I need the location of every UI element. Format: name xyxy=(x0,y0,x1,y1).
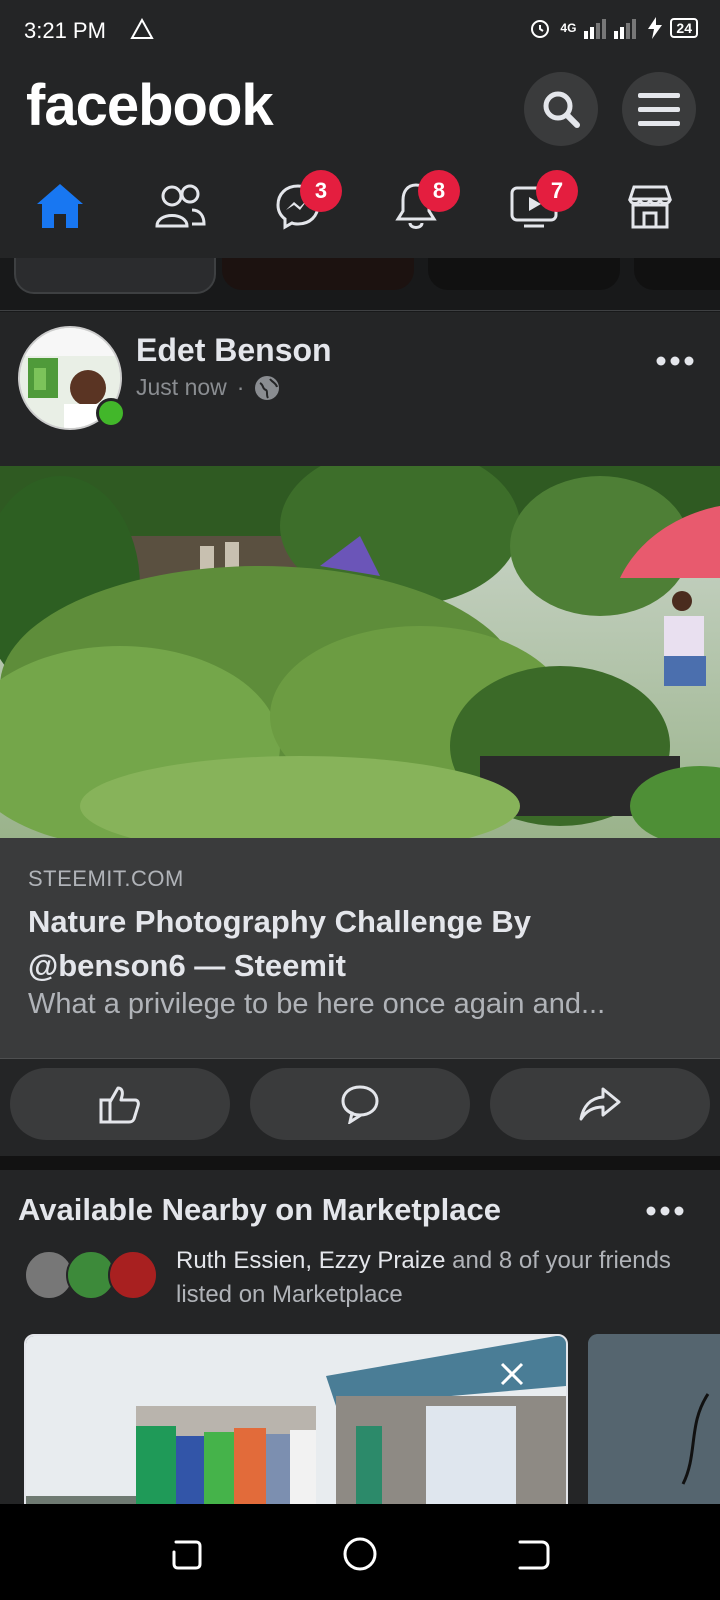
marketplace-item-card[interactable] xyxy=(24,1334,568,1504)
post-time[interactable]: Just now xyxy=(136,374,227,401)
thumbs-up-icon xyxy=(99,1086,140,1124)
feed-post: Edet Benson Just now · STEEMIT.COM Natur… xyxy=(0,312,720,1156)
link-preview[interactable]: STEEMIT.COM Nature Photography Challenge… xyxy=(0,838,720,1059)
share-button[interactable] xyxy=(490,1068,710,1140)
tab-messenger[interactable]: 3 xyxy=(268,170,342,236)
search-icon xyxy=(543,91,580,128)
alarm-icon xyxy=(531,20,550,38)
facebook-logo[interactable]: facebook xyxy=(26,72,274,139)
comment-icon xyxy=(341,1085,379,1124)
story-chip[interactable] xyxy=(428,258,620,290)
marketplace-section: Available Nearby on Marketplace Ruth Ess… xyxy=(0,1170,720,1504)
tab-marketplace[interactable] xyxy=(620,176,680,236)
story-chip[interactable] xyxy=(222,258,414,290)
share-icon xyxy=(579,1087,621,1121)
avatar xyxy=(108,1250,158,1300)
link-preview-image[interactable] xyxy=(0,466,720,838)
online-status-dot xyxy=(96,398,126,428)
charging-icon xyxy=(648,17,663,39)
story-chip[interactable] xyxy=(14,258,216,294)
link-description: What a privilege to be here once again a… xyxy=(28,988,606,1020)
tab-home[interactable] xyxy=(30,176,90,236)
tab-friends[interactable] xyxy=(150,176,210,236)
marketplace-title: Available Nearby on Marketplace xyxy=(18,1192,501,1227)
app-header: facebook xyxy=(0,62,720,156)
battery-level: 24 xyxy=(670,18,698,38)
post-more-options[interactable] xyxy=(656,340,694,374)
post-meta: Just now · xyxy=(136,374,280,401)
system-nav-bar xyxy=(0,1504,720,1600)
home-circle-icon[interactable] xyxy=(340,1534,380,1574)
notifications-badge: 8 xyxy=(418,170,460,212)
post-author-name[interactable]: Edet Benson xyxy=(136,332,332,369)
main-tabs: 3 8 7 xyxy=(0,156,720,259)
name-separator: , xyxy=(305,1247,319,1274)
like-button[interactable] xyxy=(10,1068,230,1140)
marketplace-icon xyxy=(627,185,673,229)
network-type: 4G xyxy=(560,21,577,35)
back-icon[interactable] xyxy=(514,1534,554,1574)
stories-strip[interactable] xyxy=(0,258,720,311)
tab-notifications[interactable]: 8 xyxy=(386,170,460,236)
signal-icon xyxy=(584,19,637,39)
comment-button[interactable] xyxy=(250,1068,470,1140)
close-icon[interactable] xyxy=(496,1358,528,1390)
messenger-badge: 3 xyxy=(300,170,342,212)
feed-separator xyxy=(0,1156,720,1170)
status-bar: 3:21 PM 4G 24 xyxy=(0,0,720,62)
status-icons: 4G 24 xyxy=(528,16,698,40)
watch-badge: 7 xyxy=(536,170,578,212)
hamburger-icon xyxy=(638,93,680,126)
status-time: 3:21 PM xyxy=(24,18,106,43)
friend-name[interactable]: Ezzy Praize xyxy=(319,1247,446,1274)
meta-dot: · xyxy=(236,374,245,400)
tab-watch[interactable]: 7 xyxy=(504,170,578,236)
alert-triangle-icon xyxy=(130,17,154,45)
more-dots-icon xyxy=(646,1206,684,1216)
more-dots-icon xyxy=(656,356,694,366)
home-icon xyxy=(37,184,83,228)
marketplace-more-options[interactable] xyxy=(646,1190,684,1224)
story-chip[interactable] xyxy=(634,258,720,290)
link-domain: STEEMIT.COM xyxy=(28,866,184,891)
marketplace-item-card[interactable] xyxy=(588,1334,720,1504)
post-actions xyxy=(0,1058,720,1156)
link-title: Nature Photography Challenge By @benson6… xyxy=(28,904,531,983)
menu-button[interactable] xyxy=(622,72,696,146)
friend-avatars xyxy=(24,1250,164,1304)
friend-name[interactable]: Ruth Essien xyxy=(176,1247,305,1274)
search-button[interactable] xyxy=(524,72,598,146)
globe-icon xyxy=(255,375,280,400)
recent-apps-icon[interactable] xyxy=(166,1534,206,1574)
friends-icon xyxy=(155,184,206,228)
marketplace-friends-text: Ruth Essien, Ezzy Praize and 8 of your f… xyxy=(176,1244,696,1312)
